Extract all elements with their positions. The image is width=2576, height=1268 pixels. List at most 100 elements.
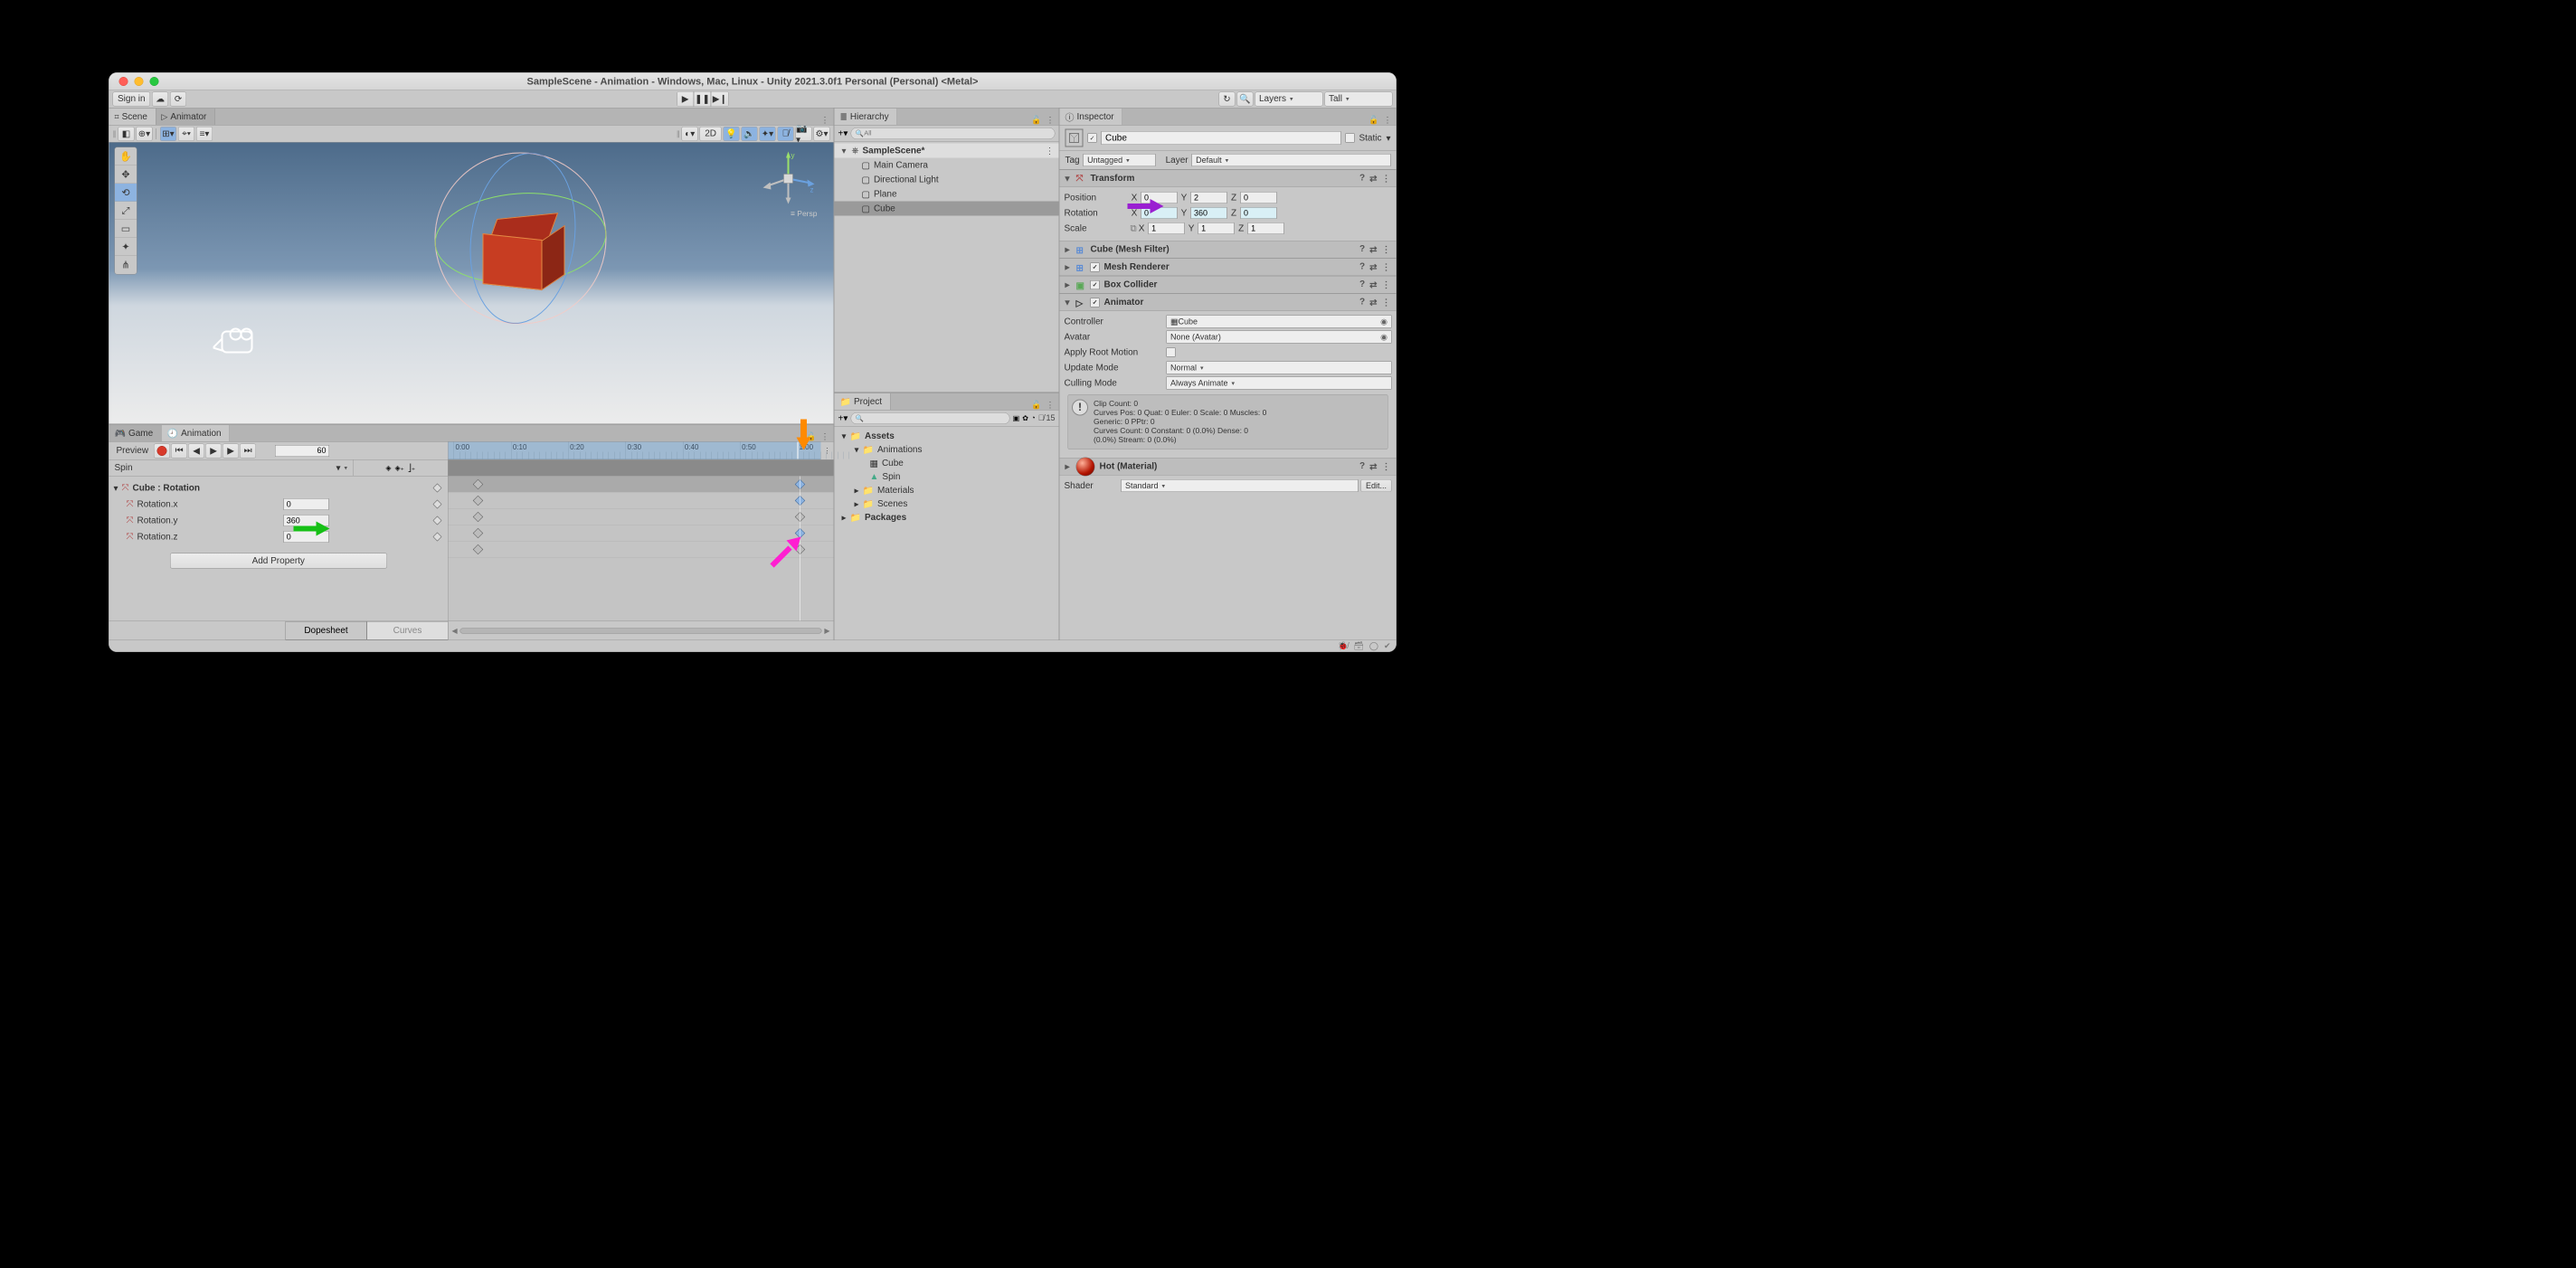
help-icon[interactable]: ?: [1359, 297, 1365, 308]
cache-icon[interactable]: 🗃: [1353, 641, 1363, 651]
rot-z[interactable]: [1241, 207, 1277, 219]
controller-field[interactable]: ▦ Cube◉: [1167, 316, 1392, 328]
track-area[interactable]: [449, 477, 834, 621]
goto-end-icon[interactable]: ⏭: [240, 443, 256, 458]
help-icon[interactable]: ?: [1359, 173, 1365, 185]
component-menu-icon[interactable]: ⋮: [1382, 279, 1391, 291]
transform-tool-icon[interactable]: ✦: [115, 238, 137, 256]
add-event-icon[interactable]: ⎦₊: [408, 463, 415, 472]
edit-shader-button[interactable]: Edit...: [1360, 479, 1391, 492]
traffic-min[interactable]: [135, 77, 144, 86]
create-dropdown-icon[interactable]: +▾: [838, 412, 848, 424]
camera-icon[interactable]: 📷▾: [796, 127, 812, 141]
debug-icon[interactable]: 🐞̸: [1338, 641, 1348, 651]
tool-local-icon[interactable]: ⊕▾: [137, 127, 153, 141]
gameobject-enabled-checkbox[interactable]: [1088, 134, 1097, 143]
culling-mode-dropdown[interactable]: Always Animate: [1167, 377, 1392, 390]
tool-pivot-icon[interactable]: ◧: [118, 127, 135, 141]
rot-x-field[interactable]: [283, 498, 328, 510]
folder-materials[interactable]: ▸📁Materials: [835, 484, 1059, 497]
traffic-max[interactable]: [150, 77, 159, 86]
preset-icon[interactable]: ⇄: [1369, 244, 1377, 256]
component-menu-icon[interactable]: ⋮: [1382, 297, 1391, 308]
lock-icon[interactable]: 🔓: [1031, 401, 1041, 411]
add-key-icon[interactable]: ◈₊: [395, 463, 404, 472]
component-menu-icon[interactable]: ⋮: [1382, 173, 1391, 185]
component-menu-icon[interactable]: ⋮: [1382, 461, 1391, 473]
layer-dropdown[interactable]: Default: [1192, 154, 1391, 166]
scale-z[interactable]: [1248, 222, 1284, 234]
rect-tool-icon[interactable]: ▭: [115, 220, 137, 238]
prev-key-icon[interactable]: ◀: [188, 443, 204, 458]
shader-dropdown[interactable]: Standard: [1122, 479, 1359, 492]
gizmo-icon[interactable]: ⚙▾: [814, 127, 830, 141]
preset-icon[interactable]: ⇄: [1369, 297, 1377, 308]
preview-toggle[interactable]: Preview: [112, 446, 154, 457]
preset-icon[interactable]: ⇄: [1369, 461, 1377, 473]
preset-icon[interactable]: ⇄: [1369, 279, 1377, 291]
label-icon[interactable]: ◔: [1031, 414, 1036, 422]
component-menu-icon[interactable]: ⋮: [1382, 244, 1391, 256]
hierarchy-search[interactable]: 🔍 All: [850, 128, 1055, 139]
cloud-icon[interactable]: ☁: [152, 91, 168, 106]
pos-x[interactable]: [1141, 192, 1178, 203]
tab-animator[interactable]: ▷Animator: [156, 109, 214, 125]
tab-menu-icon[interactable]: ⋮: [1046, 401, 1055, 411]
rot-y[interactable]: [1191, 207, 1227, 219]
audio-icon[interactable]: 🔈: [742, 127, 758, 141]
pause-button[interactable]: ❚❚: [695, 91, 711, 106]
custom-tool-icon[interactable]: ⋔: [115, 256, 137, 274]
tag-dropdown[interactable]: Untagged: [1084, 154, 1156, 166]
help-icon[interactable]: ?: [1359, 461, 1365, 473]
favorite-icon[interactable]: ✿: [1022, 413, 1028, 422]
search-mode-icon[interactable]: ▣: [1013, 413, 1020, 422]
hierarchy-item[interactable]: ▢Directional Light: [835, 173, 1059, 187]
lock-icon[interactable]: 🔓: [1368, 116, 1378, 126]
help-icon[interactable]: ?: [1359, 279, 1365, 291]
scene-view[interactable]: ✋ ✥ ⟲ ⤢ ▭ ✦ ⋔: [109, 143, 834, 424]
asset-spin[interactable]: ▲Spin: [835, 470, 1059, 484]
tab-inspector[interactable]: ⓘInspector: [1060, 109, 1123, 125]
goto-start-icon[interactable]: ⏮: [171, 443, 187, 458]
move-tool-icon[interactable]: ✥: [115, 166, 137, 184]
clip-dropdown[interactable]: Spin▾: [109, 460, 354, 477]
apply-root-checkbox[interactable]: [1167, 348, 1176, 357]
next-key-icon[interactable]: ▶: [223, 443, 239, 458]
rot-y-field[interactable]: [283, 515, 328, 526]
fx-icon[interactable]: ✦▾: [760, 127, 776, 141]
key-diamond-icon[interactable]: [433, 484, 442, 493]
hidden-icon[interactable]: 👁̸: [778, 127, 794, 141]
rotate-tool-icon[interactable]: ⟲: [115, 184, 137, 202]
light-icon[interactable]: 💡: [724, 127, 740, 141]
create-dropdown-icon[interactable]: +▾: [838, 128, 848, 139]
hierarchy-item-selected[interactable]: ▢Cube: [835, 202, 1059, 216]
record-button[interactable]: [154, 443, 170, 458]
playhead[interactable]: [798, 442, 799, 459]
preset-icon[interactable]: ⇄: [1369, 261, 1377, 273]
tab-scene[interactable]: ⌗Scene: [109, 109, 156, 125]
tab-game[interactable]: 🎮Game: [109, 425, 162, 441]
tab-menu-icon[interactable]: ⋮: [1384, 116, 1392, 126]
tab-menu-icon[interactable]: ⋮: [1046, 116, 1055, 126]
dopesheet-tab[interactable]: Dopesheet: [286, 621, 367, 640]
pos-z[interactable]: [1241, 192, 1277, 203]
project-search[interactable]: 🔍: [850, 412, 1009, 424]
folder-assets[interactable]: ▾📁Assets: [835, 430, 1059, 443]
key-diamond-icon[interactable]: [433, 533, 442, 542]
hierarchy-item[interactable]: ▢Main Camera: [835, 158, 1059, 173]
signin-button[interactable]: Sign in: [113, 91, 151, 106]
search-icon[interactable]: 🔍: [1237, 91, 1254, 106]
frame-field[interactable]: [275, 445, 329, 457]
scale-link-icon[interactable]: ⧉: [1131, 223, 1137, 234]
play-button[interactable]: ▶: [677, 91, 694, 106]
anim-play-icon[interactable]: ▶: [205, 443, 222, 458]
lock-icon[interactable]: 🔓: [806, 432, 816, 442]
key-diamond-icon[interactable]: [433, 500, 442, 509]
tab-project[interactable]: 📁Project: [835, 393, 891, 410]
track-scrollbar[interactable]: [460, 628, 822, 633]
key-diamond-icon[interactable]: [433, 516, 442, 525]
scene-root[interactable]: ▾⎈SampleScene*⋮: [835, 144, 1059, 158]
tool-incr-icon[interactable]: ≡▾: [196, 127, 213, 141]
layout-dropdown[interactable]: Tall: [1325, 91, 1393, 106]
folder-animations[interactable]: ▾📁Animations: [835, 443, 1059, 457]
